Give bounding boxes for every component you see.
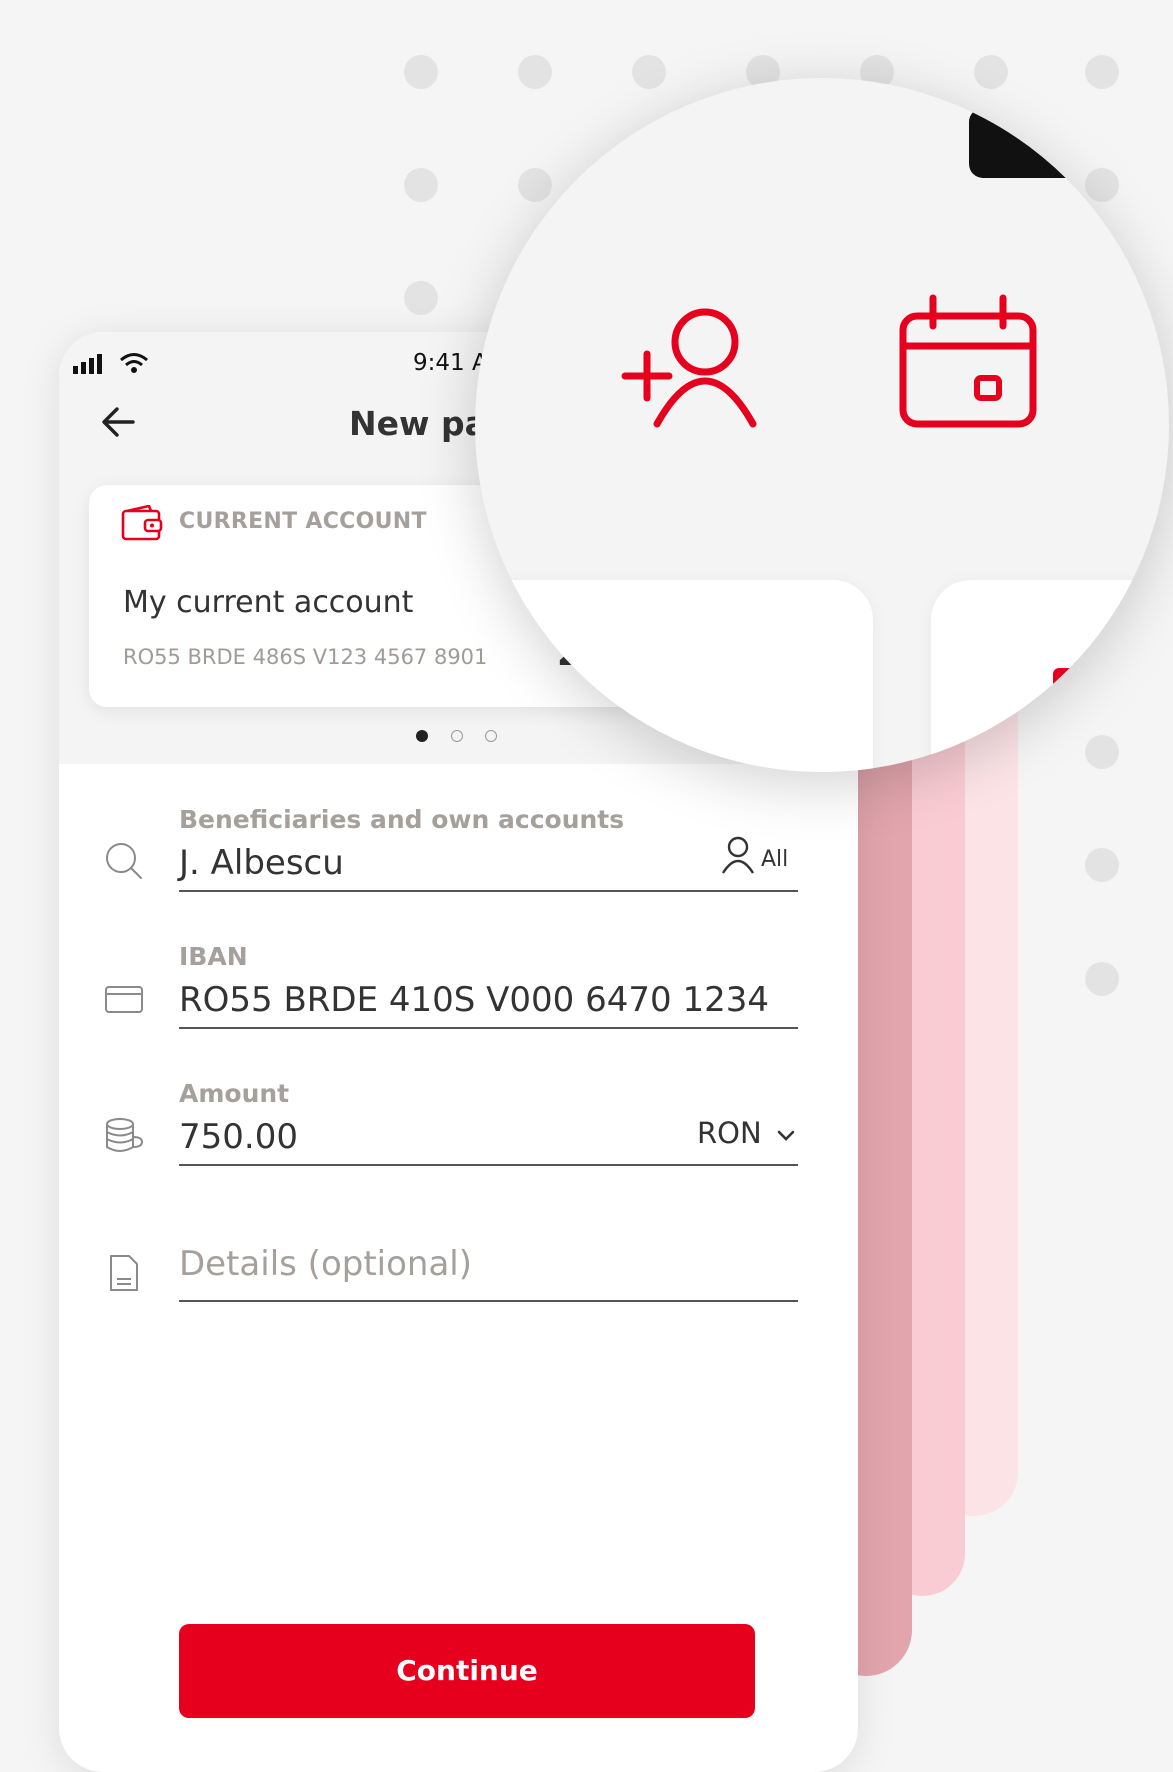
bg-dot	[1085, 55, 1119, 89]
bg-dot	[1085, 962, 1119, 996]
device-corner	[969, 108, 1169, 178]
account-type-label: CURRENT ACCOUNT	[179, 509, 427, 534]
account-name: My current account	[123, 585, 414, 620]
magnified-card-accent	[1053, 668, 1073, 690]
bg-dot	[404, 281, 438, 315]
back-arrow-icon[interactable]	[97, 400, 141, 444]
iban-underline	[179, 1027, 798, 1029]
bg-dot	[632, 55, 666, 89]
bg-dot	[1085, 848, 1119, 882]
details-input[interactable]: Details (optional)	[179, 1244, 472, 1284]
bg-dot	[518, 168, 552, 202]
details-underline	[179, 1300, 798, 1302]
magnified-card	[475, 580, 873, 772]
iban-input[interactable]: RO55 BRDE 410S V000 6470 1234	[179, 980, 769, 1020]
currency-select[interactable]: RON	[697, 1114, 797, 1154]
chevron-down-icon	[777, 1130, 795, 1141]
filter-all-label: All	[761, 847, 789, 872]
add-person-icon	[621, 308, 757, 428]
pager-dot[interactable]	[451, 730, 463, 742]
document-icon	[110, 1255, 138, 1291]
coins-icon	[106, 1118, 144, 1152]
bg-dot	[404, 168, 438, 202]
magnified-card	[931, 580, 1169, 772]
person-icon	[721, 836, 755, 874]
card-icon	[105, 986, 143, 1013]
beneficiary-filter[interactable]: All	[721, 835, 811, 879]
beneficiary-input[interactable]: J. Albescu	[179, 843, 344, 883]
bg-dot	[518, 55, 552, 89]
wifi-icon	[120, 353, 148, 373]
bg-dot	[974, 55, 1008, 89]
bg-dot	[404, 55, 438, 89]
beneficiary-underline	[179, 890, 798, 892]
status-time: 9:41 A	[413, 350, 488, 376]
search-icon	[106, 843, 142, 879]
signal-icon	[73, 354, 102, 374]
amount-label: Amount	[179, 1079, 290, 1108]
pager-dot-active[interactable]	[416, 730, 428, 742]
iban-label: IBAN	[179, 942, 248, 971]
amount-underline	[179, 1164, 798, 1166]
wallet-icon	[121, 505, 163, 541]
continue-button[interactable]: Continue	[179, 1624, 755, 1718]
magnifier-lens	[475, 78, 1169, 772]
currency-value: RON	[697, 1116, 762, 1150]
beneficiary-label: Beneficiaries and own accounts	[179, 805, 625, 834]
amount-input[interactable]: 750.00	[179, 1117, 298, 1157]
calendar-icon	[899, 294, 1037, 428]
account-iban: RO55 BRDE 486S V123 4567 8901	[123, 645, 488, 669]
